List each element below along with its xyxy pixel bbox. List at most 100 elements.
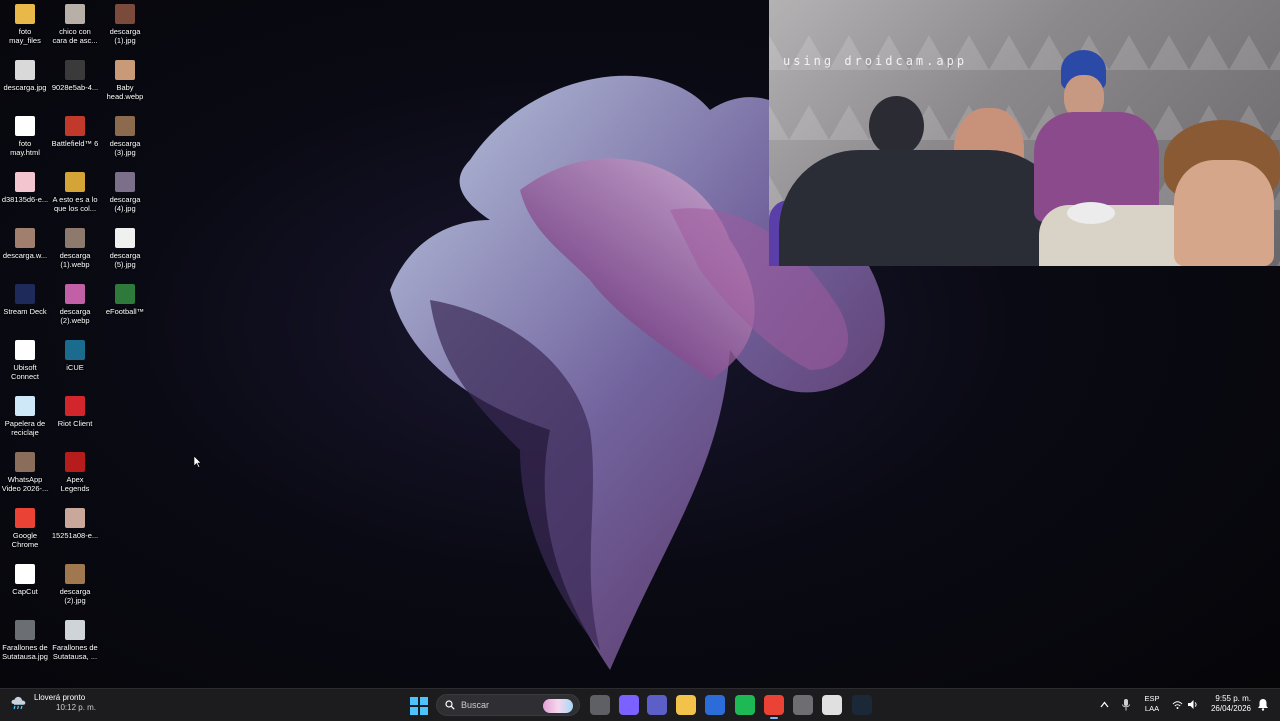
steam-icon[interactable]: [852, 695, 872, 715]
teams-icon[interactable]: [647, 695, 667, 715]
desktop-icons: foto may_files descarga.jpg foto may.html d…: [0, 0, 152, 672]
image-file-icon: [65, 172, 85, 192]
capcut-icon: [15, 564, 35, 584]
desktop-icon-label: descarga (2).webp: [59, 307, 91, 325]
windows-logo-icon: [420, 707, 428, 715]
active-app-indicator: [770, 717, 778, 719]
desktop-icon-label: WhatsApp Video 2026-...: [1, 475, 49, 493]
desktop-icon[interactable]: descarga (1).webp: [50, 224, 100, 280]
desktop-icon[interactable]: descarga (3).jpg: [100, 112, 150, 168]
desktop-icon[interactable]: Ubisoft Connect: [0, 336, 50, 392]
desktop-icon-label: Farallones de Sutatausa, ...: [52, 643, 98, 661]
desktop-icon[interactable]: 9028e5ab-4...: [50, 56, 100, 112]
desktop-icon-label: Riot Client: [57, 419, 93, 428]
desktop-icon[interactable]: Riot Client: [50, 392, 100, 448]
desktop-icon[interactable]: Papelera de reciclaje: [0, 392, 50, 448]
search-placeholder: Buscar: [461, 700, 490, 710]
store-icon[interactable]: [705, 695, 725, 715]
video-file-icon: [15, 452, 35, 472]
desktop-icon[interactable]: iCUE: [50, 336, 100, 392]
image-file-icon: [65, 620, 85, 640]
desktop-icon-label: descarga (4).jpg: [109, 195, 141, 213]
desktop-icon[interactable]: chico con cara de asc...: [50, 0, 100, 56]
copilot-icon[interactable]: [619, 695, 639, 715]
folder-icon[interactable]: [676, 695, 696, 715]
ubisoft-icon: [15, 340, 35, 360]
icue-icon: [65, 340, 85, 360]
desktop-icon[interactable]: descarga (5).jpg: [100, 224, 150, 280]
desktop-icon[interactable]: WhatsApp Video 2026-...: [0, 448, 50, 504]
desktop-icon[interactable]: descarga.w...: [0, 224, 50, 280]
clock-time: 9:55 p. m.: [1215, 694, 1251, 703]
rain-cloud-icon: [11, 696, 26, 710]
ubisoft-icon[interactable]: [822, 695, 842, 715]
windows-logo-icon: [410, 707, 418, 715]
desktop-icon[interactable]: Battlefield™ 6: [50, 112, 100, 168]
desktop-icon-label: descarga (5).jpg: [109, 251, 141, 269]
desktop-icon[interactable]: foto may_files: [0, 0, 50, 56]
desktop-icon-label: descarga.w...: [2, 251, 48, 260]
desktop-icon[interactable]: foto may.html: [0, 112, 50, 168]
desktop-icon-label: 15251a08-e...: [51, 531, 99, 540]
recycle-bin-icon: [15, 396, 35, 416]
desktop-icon[interactable]: descarga (1).jpg: [100, 0, 150, 56]
image-file-icon: [65, 4, 85, 24]
desktop-icon[interactable]: Baby head.webp: [100, 56, 150, 112]
desktop-icon-label: Stream Deck: [3, 307, 47, 316]
image-file-icon: [15, 620, 35, 640]
desktop-icon[interactable]: Google Chrome: [0, 504, 50, 560]
start-button[interactable]: [410, 697, 428, 715]
wifi-icon[interactable]: [1172, 700, 1183, 710]
discord-like-icon[interactable]: [793, 695, 813, 715]
weather-time: 10:12 p. m.: [56, 703, 97, 712]
image-file-icon: [65, 60, 85, 80]
desktop-icon-label: descarga.jpg: [3, 83, 47, 92]
image-file-icon: [115, 60, 135, 80]
system-clock[interactable]: 9:55 p. m. 26/04/2026: [1205, 694, 1251, 714]
desktop-icon[interactable]: CapCut: [0, 560, 50, 616]
image-file-icon: [65, 228, 85, 248]
folder-icon: [15, 4, 35, 24]
webcam-person: [1174, 160, 1274, 266]
image-file-icon: [15, 228, 35, 248]
droidcam-watermark: using droidcam.app: [783, 54, 968, 68]
desktop-icon-label: foto may.html: [10, 139, 40, 157]
file-explorer-icon[interactable]: [590, 695, 610, 715]
microphone-icon[interactable]: [1121, 698, 1131, 712]
desktop-icon[interactable]: Stream Deck: [0, 280, 50, 336]
desktop-icon-label: Battlefield™ 6: [51, 139, 99, 148]
desktop-icon-label: CapCut: [12, 587, 38, 596]
webcam-person: [869, 96, 924, 156]
desktop-icon[interactable]: Farallones de Sutatausa.jpg: [0, 616, 50, 672]
weather-widget[interactable]: Lloverá pronto 10:12 p. m.: [10, 693, 96, 713]
desktop-icon[interactable]: descarga (4).jpg: [100, 168, 150, 224]
desktop-icon-label: Farallones de Sutatausa.jpg: [2, 643, 48, 661]
spotify-icon[interactable]: [735, 695, 755, 715]
desktop-icon[interactable]: eFootball™: [100, 280, 150, 336]
windows-logo-icon: [410, 697, 418, 705]
desktop-icon-label: foto may_files: [9, 27, 41, 45]
notification-bell-icon[interactable]: [1257, 698, 1269, 711]
desktop-icon[interactable]: A esto es a lo que los col...: [50, 168, 100, 224]
riot-client-icon: [65, 396, 85, 416]
desktop-icon[interactable]: Farallones de Sutatausa, ...: [50, 616, 100, 672]
chevron-up-icon[interactable]: [1100, 701, 1109, 708]
image-file-icon: [65, 508, 85, 528]
desktop-icon-label: A esto es a lo que los col...: [52, 195, 98, 213]
taskbar-search[interactable]: Buscar: [436, 694, 580, 716]
clock-date: 26/04/2026: [1210, 704, 1251, 713]
desktop-icon[interactable]: d38135d6-e...: [0, 168, 50, 224]
desktop-icon[interactable]: Apex Legends: [50, 448, 100, 504]
desktop-icon-label: d38135d6-e...: [1, 195, 49, 204]
chrome-icon[interactable]: [764, 695, 784, 715]
webcam-person: [779, 150, 1069, 266]
webcam-overlay[interactable]: using droidcam.app: [769, 0, 1280, 266]
desktop-icon[interactable]: descarga (2).webp: [50, 280, 100, 336]
language-indicator[interactable]: ESP LAA: [1142, 694, 1162, 714]
volume-icon[interactable]: [1187, 699, 1199, 710]
desktop-icon-label: descarga (3).jpg: [109, 139, 141, 157]
desktop-icon[interactable]: descarga.jpg: [0, 56, 50, 112]
desktop-icon[interactable]: 15251a08-e...: [50, 504, 100, 560]
desktop-icon[interactable]: descarga (2).jpg: [50, 560, 100, 616]
desktop-icon-label: Google Chrome: [11, 531, 39, 549]
